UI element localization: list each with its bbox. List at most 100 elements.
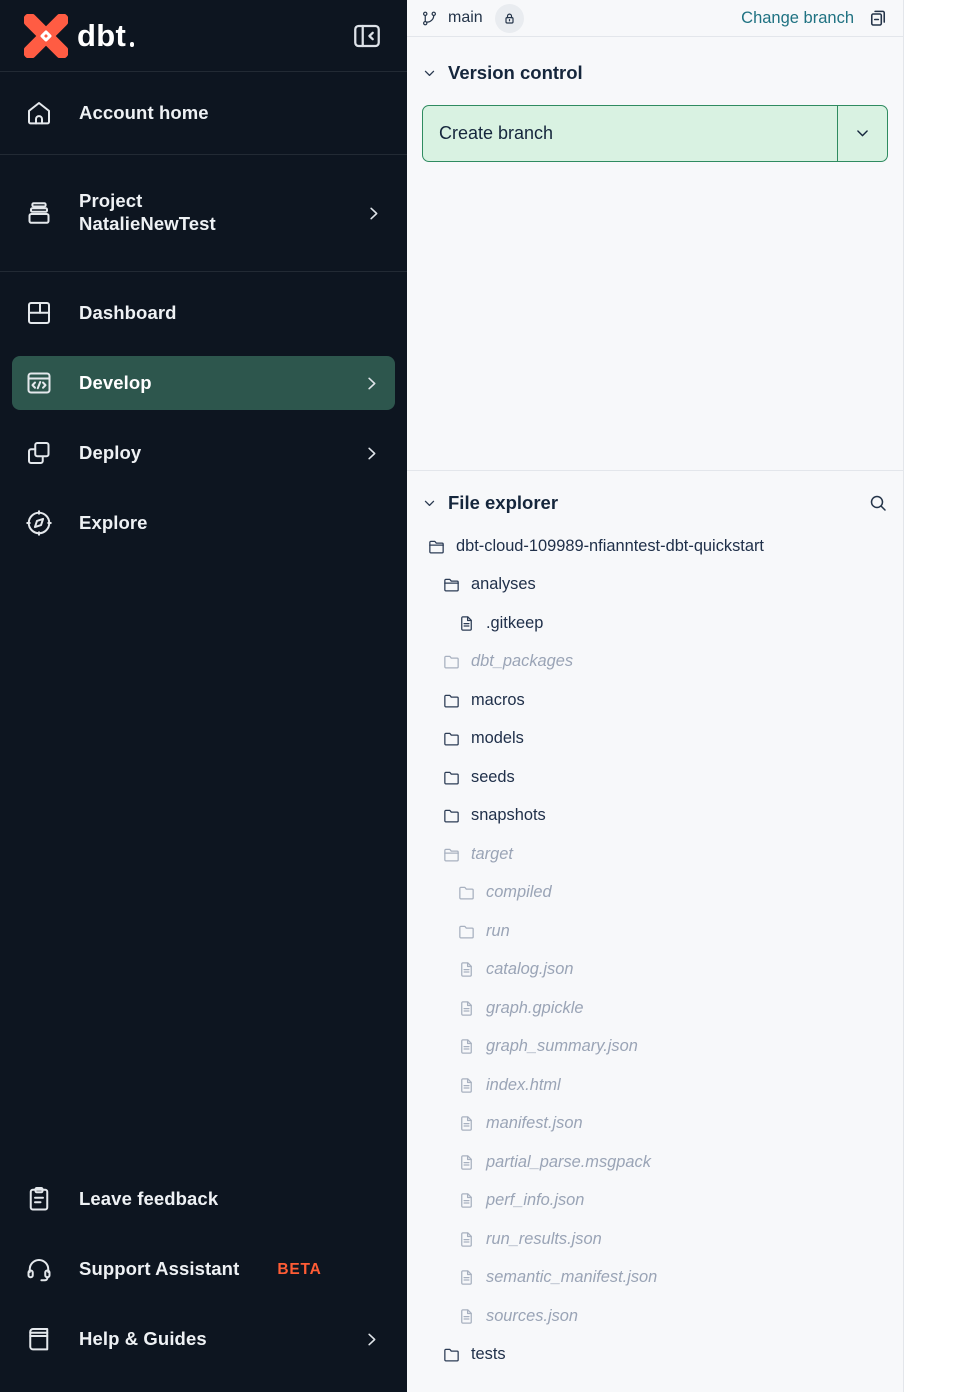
dbt-logo-icon (24, 14, 68, 58)
tree-item-file[interactable]: .gitkeep (422, 604, 888, 643)
file-tree: dbt-cloud-109989-nfianntest-dbt-quicksta… (422, 527, 888, 1374)
chevron-right-icon (362, 444, 381, 463)
dashboard-icon (24, 298, 54, 328)
tree-item-name: snapshots (471, 806, 546, 825)
file-icon (457, 1268, 476, 1287)
sidebar-spacer (0, 566, 407, 1172)
tree-item-folder[interactable]: tests (422, 1336, 888, 1375)
sidebar-header: dbt (0, 0, 407, 72)
sidebar-item-dashboard[interactable]: Dashboard (12, 286, 395, 340)
file-explorer-header[interactable]: File explorer (422, 471, 888, 514)
tree-item-file[interactable]: run_results.json (422, 1220, 888, 1259)
current-branch-name: main (448, 9, 483, 27)
collapse-sidebar-icon[interactable] (349, 20, 385, 52)
file-icon (457, 1114, 476, 1133)
tree-item-folder[interactable]: dbt_packages (422, 643, 888, 682)
branch-bar: main Change branch (407, 0, 903, 37)
version-control-header[interactable]: Version control (422, 37, 888, 84)
search-icon[interactable] (868, 493, 888, 513)
tree-item-name: dbt_packages (471, 652, 573, 671)
chevron-right-icon (362, 1330, 381, 1349)
sidebar-item-label: Support Assistant (79, 1258, 239, 1281)
sidebar-item-label: Develop (79, 372, 152, 395)
copy-icon[interactable] (867, 7, 889, 29)
tree-item-folder[interactable]: dbt-cloud-109989-nfianntest-dbt-quicksta… (422, 527, 888, 566)
folder-icon (442, 806, 461, 825)
editor-area (904, 0, 974, 1392)
tree-item-name: macros (471, 691, 525, 710)
tree-item-name: run (486, 922, 510, 941)
tree-item-file[interactable]: catalog.json (422, 951, 888, 990)
tree-item-file[interactable]: partial_parse.msgpack (422, 1143, 888, 1182)
tree-item-folder[interactable]: run (422, 912, 888, 951)
sidebar-item-develop[interactable]: Develop (12, 356, 395, 410)
sidebar-item-help-guides[interactable]: Help & Guides (12, 1312, 395, 1366)
tree-item-name: seeds (471, 768, 515, 787)
tree-item-file[interactable]: sources.json (422, 1297, 888, 1336)
sidebar-item-support-assistant[interactable]: Support Assistant BETA (12, 1242, 395, 1296)
tree-item-file[interactable]: semantic_manifest.json (422, 1259, 888, 1298)
create-branch-caret[interactable] (838, 106, 887, 161)
folder-open-icon (442, 845, 461, 864)
home-icon (24, 98, 54, 128)
sidebar-item-label: Account home (79, 102, 209, 125)
tree-item-name: tests (471, 1345, 506, 1364)
create-branch-label[interactable]: Create branch (423, 106, 838, 161)
sidebar-item-label: Leave feedback (79, 1188, 218, 1211)
chevron-right-icon (362, 374, 381, 393)
tree-item-file[interactable]: index.html (422, 1066, 888, 1105)
sidebar-item-label: Help & Guides (79, 1328, 207, 1351)
chevron-down-icon (854, 125, 871, 142)
branch-readonly-badge (495, 4, 524, 33)
explore-icon (24, 508, 54, 538)
folder-open-icon (427, 537, 446, 556)
tree-item-name: graph.gpickle (486, 999, 584, 1018)
tree-item-folder[interactable]: target (422, 835, 888, 874)
tree-item-name: index.html (486, 1076, 561, 1095)
sidebar-item-project[interactable]: ProjectNatalieNewTest (0, 155, 407, 272)
tree-item-folder[interactable]: compiled (422, 874, 888, 913)
beta-badge: BETA (277, 1261, 321, 1279)
sidebar-item-account-home[interactable]: Account home (0, 72, 407, 155)
file-icon (457, 960, 476, 979)
version-control-title: Version control (448, 62, 583, 84)
sidebar-item-label: ProjectNatalieNewTest (79, 190, 216, 235)
sidebar-item-deploy[interactable]: Deploy (12, 426, 395, 480)
tree-item-file[interactable]: graph_summary.json (422, 1028, 888, 1067)
file-icon (457, 1153, 476, 1172)
file-explorer-title: File explorer (448, 492, 558, 514)
tree-item-name: manifest.json (486, 1114, 583, 1133)
tree-item-folder[interactable]: seeds (422, 758, 888, 797)
file-icon (457, 1191, 476, 1210)
tree-item-file[interactable]: graph.gpickle (422, 989, 888, 1028)
lock-icon (502, 11, 517, 26)
change-branch-link[interactable]: Change branch (741, 9, 854, 28)
sidebar-item-explore[interactable]: Explore (12, 496, 395, 550)
tree-item-folder[interactable]: models (422, 720, 888, 759)
tree-item-file[interactable]: manifest.json (422, 1105, 888, 1144)
sidebar-item-label: Deploy (79, 442, 141, 465)
folder-icon (442, 1345, 461, 1364)
sidebar-item-leave-feedback[interactable]: Leave feedback (12, 1172, 395, 1226)
tree-item-name: perf_info.json (486, 1191, 584, 1210)
sidebar-nav-bottom: Leave feedback Support Assistant BETA Help … (0, 1172, 407, 1392)
tree-item-name: catalog.json (486, 960, 573, 979)
deploy-icon (24, 438, 54, 468)
folder-icon (457, 883, 476, 902)
git-branch-icon (421, 10, 438, 27)
tree-item-folder[interactable]: macros (422, 681, 888, 720)
folder-icon (442, 729, 461, 748)
tree-item-name: target (471, 845, 513, 864)
tree-item-name: models (471, 729, 524, 748)
dbt-logo[interactable]: dbt (24, 14, 134, 58)
file-icon (457, 1307, 476, 1326)
sidebar-nav-top: Account home ProjectNatalieNewTest (0, 72, 407, 272)
create-branch-button[interactable]: Create branch (422, 105, 888, 162)
tree-item-name: .gitkeep (486, 614, 543, 633)
tree-item-name: run_results.json (486, 1230, 602, 1249)
clipboard-icon (24, 1184, 54, 1214)
folder-open-icon (442, 575, 461, 594)
tree-item-folder[interactable]: snapshots (422, 797, 888, 836)
tree-item-folder[interactable]: analyses (422, 566, 888, 605)
tree-item-file[interactable]: perf_info.json (422, 1182, 888, 1221)
